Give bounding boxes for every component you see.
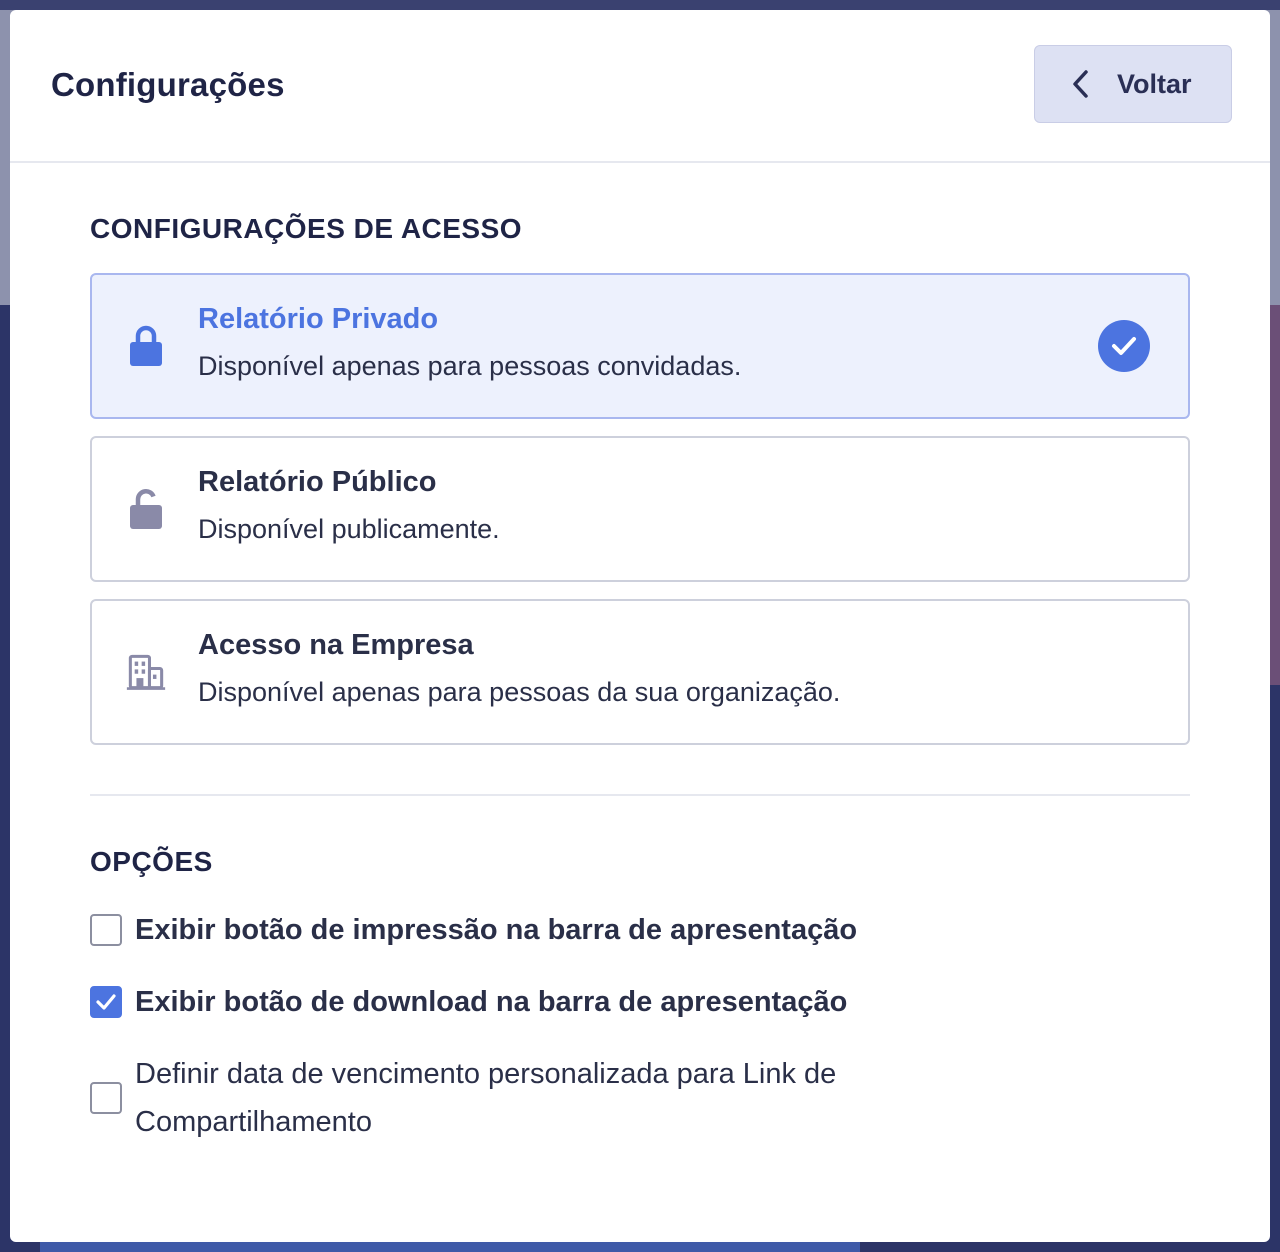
access-option-title: Relatório Público <box>198 466 437 498</box>
lock-icon <box>126 324 166 368</box>
unlock-icon <box>126 487 166 531</box>
options-heading: OPÇÕES <box>90 846 213 877</box>
access-option-description: Disponível publicamente. <box>198 514 500 544</box>
modal-header: Configurações Voltar <box>10 10 1270 163</box>
back-button[interactable]: Voltar <box>1034 45 1232 123</box>
print-button-option[interactable]: Exibir botão de impressão na barra de ap… <box>90 906 857 954</box>
label-emphasis: download <box>352 986 488 1018</box>
custom-expiry-option[interactable]: Definir data de vencimento personalizada… <box>90 1050 955 1146</box>
label-prefix: Exibir botão de <box>135 914 353 946</box>
building-icon <box>126 650 166 694</box>
access-option-company[interactable]: Acesso na Empresa Disponível apenas para… <box>90 599 1190 745</box>
access-option-description: Disponível apenas para pessoas convidada… <box>198 351 742 381</box>
selected-check-icon <box>1098 320 1150 372</box>
label-prefix: Exibir botão de <box>135 986 353 1018</box>
access-settings-heading: CONFIGURAÇÕES DE ACESSO <box>90 213 523 244</box>
print-button-checkbox[interactable] <box>90 914 122 946</box>
print-button-option-label: Exibir botão de impressão na barra de ap… <box>135 906 857 954</box>
label-suffix: na barra de apresentação <box>497 914 858 946</box>
download-button-checkbox[interactable] <box>90 986 122 1018</box>
access-option-description: Disponível apenas para pessoas da sua or… <box>198 677 841 707</box>
download-button-option[interactable]: Exibir botão de download na barra de apr… <box>90 978 847 1026</box>
download-button-option-label: Exibir botão de download na barra de apr… <box>135 978 847 1026</box>
access-option-title: Relatório Privado <box>198 303 439 335</box>
custom-expiry-checkbox[interactable] <box>90 1082 122 1114</box>
access-option-private[interactable]: Relatório Privado Disponível apenas para… <box>90 273 1190 419</box>
back-button-label: Voltar <box>1117 68 1192 99</box>
chevron-left-icon <box>1071 69 1089 99</box>
label-emphasis: impressão <box>352 914 498 946</box>
settings-modal: Configurações Voltar CONFIGURAÇÕES DE AC… <box>10 10 1270 1242</box>
modal-title: Configurações <box>51 66 285 103</box>
access-option-title: Acesso na Empresa <box>198 629 474 661</box>
section-divider <box>90 794 1190 796</box>
label-suffix: na barra de apresentação <box>487 986 848 1018</box>
custom-expiry-option-label: Definir data de vencimento personalizada… <box>135 1058 837 1138</box>
access-option-public[interactable]: Relatório Público Disponível publicament… <box>90 436 1190 582</box>
checkmark-icon <box>96 994 116 1010</box>
